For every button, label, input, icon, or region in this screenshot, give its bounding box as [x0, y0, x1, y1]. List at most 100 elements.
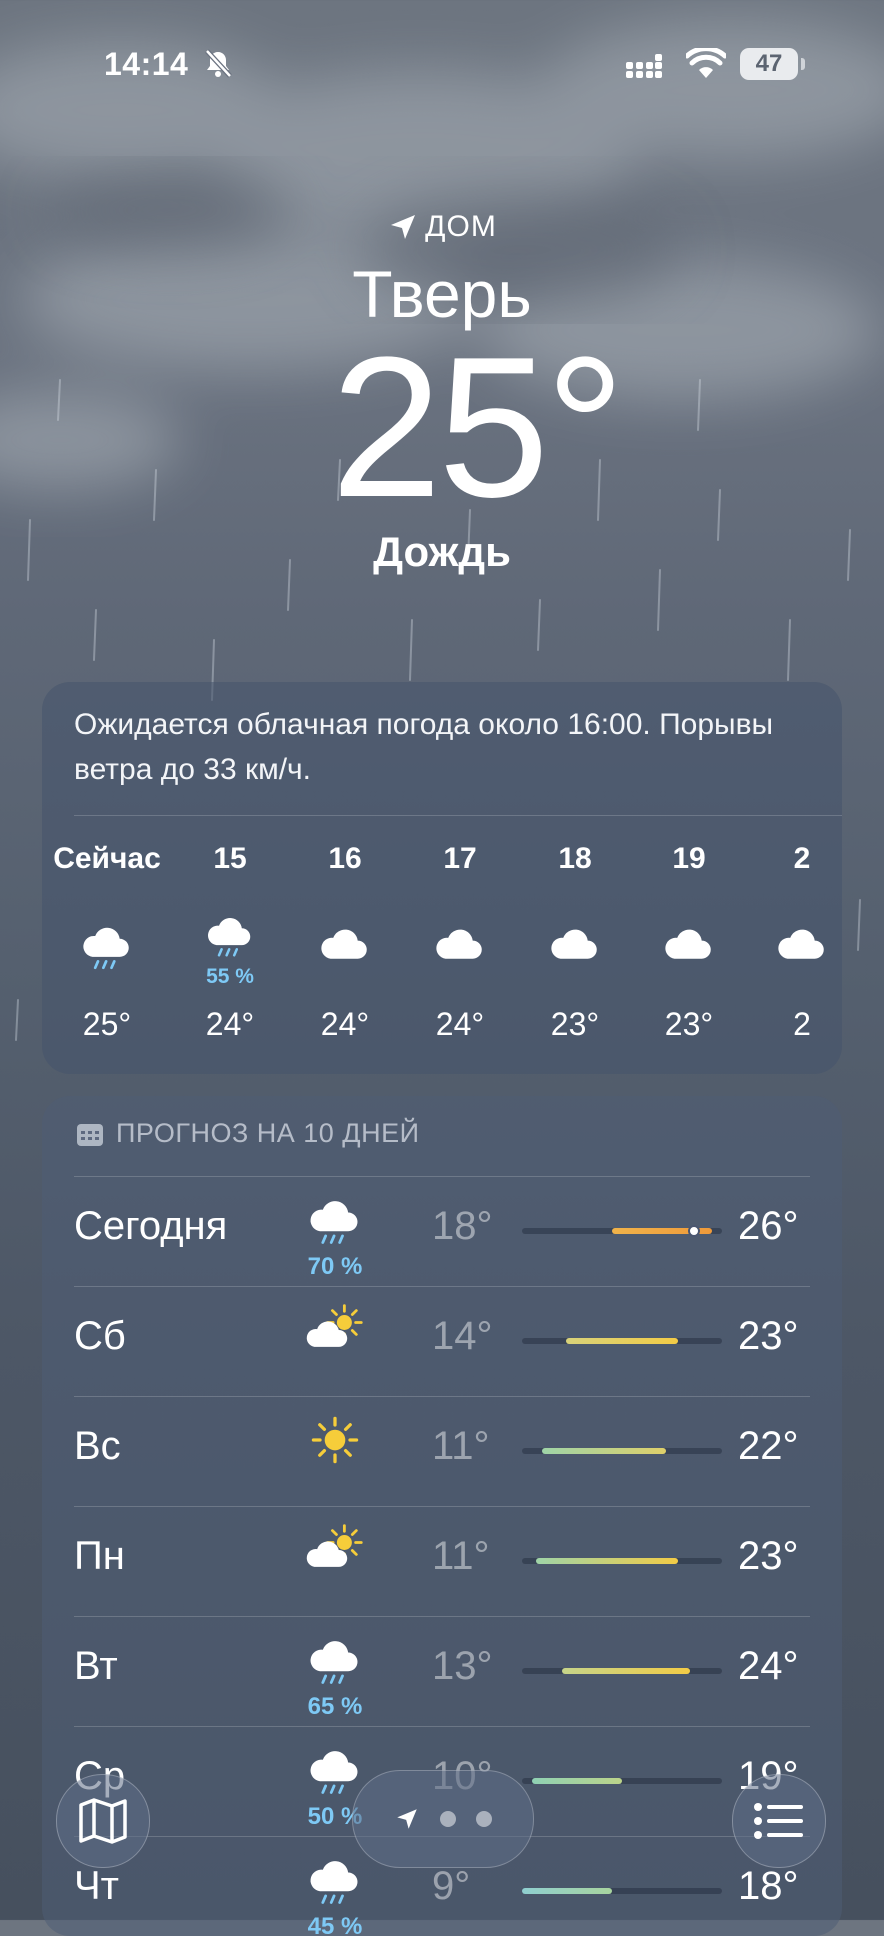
forecast-summary: Ожидается облачная погода около 16:00. П… — [74, 708, 774, 786]
high-temp: 18° — [738, 1864, 799, 1908]
hour-label: 16 — [328, 842, 362, 875]
hour-item: 2 2 — [747, 842, 842, 1043]
sun-cloud-icon — [305, 1300, 365, 1365]
map-button[interactable] — [56, 1774, 150, 1868]
day-row[interactable]: Сегодня 70 % 18° 26° — [42, 1176, 842, 1286]
cloud-icon — [773, 917, 831, 980]
day-name: Сб — [74, 1314, 126, 1358]
high-temp: 22° — [738, 1424, 799, 1468]
wifi-icon — [686, 48, 726, 78]
low-temp: 18° — [432, 1204, 493, 1248]
temp-range-bar — [542, 1448, 666, 1454]
cloud-icon — [546, 917, 604, 980]
day-icon-wrap: 65 % — [290, 1630, 380, 1721]
page-dot[interactable] — [440, 1811, 456, 1827]
day-row[interactable]: Пн 11° 23° — [42, 1506, 842, 1616]
cellular-signal-icon — [626, 54, 662, 78]
ten-day-header: ПРОГНОЗ НА 10 ДНЕЙ — [76, 1118, 420, 1149]
hour-temp: 24° — [320, 1006, 370, 1042]
high-temp: 24° — [738, 1644, 799, 1688]
status-bar: 14:14 47 — [0, 0, 884, 130]
hour-item: 17 24° — [405, 842, 515, 1043]
high-temp: 23° — [738, 1534, 799, 1578]
day-row[interactable]: Сб 14° 23° — [42, 1286, 842, 1396]
list-button[interactable] — [732, 1774, 826, 1868]
day-icon-wrap — [290, 1410, 380, 1475]
divider — [74, 1616, 810, 1617]
bell-slash-icon — [205, 49, 232, 78]
day-icon-wrap: 70 % — [290, 1190, 380, 1281]
cloud-rain-icon — [203, 908, 257, 967]
list-icon — [754, 1803, 803, 1839]
hour-temp: 2 — [793, 1006, 811, 1042]
cloud-rain-icon — [305, 1190, 365, 1255]
divider — [74, 1396, 810, 1397]
cloud-rain-icon — [305, 1740, 365, 1805]
location-pager[interactable] — [352, 1770, 534, 1868]
precip-chance: 65 % — [307, 1693, 363, 1720]
low-temp: 11° — [432, 1424, 490, 1468]
location-arrow-icon[interactable] — [394, 1806, 420, 1832]
day-row[interactable]: Вт 65 % 13° 24° — [42, 1616, 842, 1726]
temp-range-track — [522, 1338, 722, 1344]
temp-range-track — [522, 1668, 722, 1674]
hour-label: 18 — [558, 842, 592, 875]
temp-range-track — [522, 1448, 722, 1454]
hour-temp: 24° — [205, 1006, 255, 1042]
cloud-rain-icon — [305, 1630, 365, 1695]
hour-icon-wrap — [520, 904, 630, 992]
hour-temp: 23° — [664, 1006, 714, 1042]
hour-item: 19 23° — [634, 842, 744, 1043]
day-icon-wrap — [290, 1300, 380, 1365]
cloud-icon — [660, 917, 718, 980]
hour-label: 19 — [672, 842, 706, 875]
status-time: 14:14 — [104, 46, 189, 82]
divider — [74, 1286, 810, 1287]
high-temp: 26° — [738, 1204, 799, 1248]
hour-label: Сейчас — [53, 842, 161, 875]
hour-icon-wrap: 55 % — [175, 904, 285, 992]
divider — [74, 1726, 810, 1727]
battery-tip — [801, 58, 805, 70]
day-name: Сегодня — [74, 1204, 228, 1248]
temp-range-bar — [532, 1778, 622, 1784]
cloud-rain-icon — [78, 917, 136, 980]
day-row[interactable]: Вс 11° 22° — [42, 1396, 842, 1506]
map-icon — [79, 1798, 127, 1844]
page-dot[interactable] — [476, 1811, 492, 1827]
location-label: ДОМ — [425, 210, 497, 243]
location-header: ДОМ — [0, 210, 884, 244]
hour-item: 15 55 % 24° — [175, 842, 285, 1043]
hour-temp: 24° — [435, 1006, 485, 1042]
high-temp: 23° — [738, 1314, 799, 1358]
hour-label: 2 — [793, 842, 811, 875]
day-name: Вс — [74, 1424, 121, 1468]
cloud-icon — [431, 917, 489, 980]
location-arrow-icon — [391, 215, 416, 239]
hour-icon-wrap — [747, 904, 842, 992]
precip-chance: 45 % — [307, 1913, 363, 1936]
day-icon-wrap — [290, 1520, 380, 1585]
hour-temp: 23° — [550, 1006, 600, 1042]
ten-day-title: ПРОГНОЗ НА 10 ДНЕЙ — [116, 1118, 420, 1148]
hourly-forecast-card[interactable]: Ожидается облачная погода около 16:00. П… — [42, 682, 842, 1074]
temp-range-bar — [536, 1558, 678, 1564]
hour-icon-wrap — [52, 904, 162, 992]
hour-icon-wrap — [405, 904, 515, 992]
hour-label: 15 — [213, 842, 247, 875]
day-icon-wrap: 45 % — [290, 1850, 380, 1936]
sun-icon — [305, 1410, 365, 1475]
temp-range-track — [522, 1778, 722, 1784]
day-name: Пн — [74, 1534, 125, 1578]
hour-item: 16 24° — [290, 842, 400, 1043]
temp-range-bar — [522, 1888, 612, 1894]
temp-range-track — [522, 1225, 722, 1237]
divider — [74, 815, 842, 816]
sun-cloud-icon — [305, 1520, 365, 1585]
day-name: Чт — [74, 1864, 119, 1908]
temp-range-bar — [566, 1338, 678, 1344]
low-temp: 9° — [432, 1864, 471, 1908]
temp-range-track — [522, 1558, 722, 1564]
battery-level: 47 — [755, 50, 783, 77]
hour-icon-wrap — [634, 904, 744, 992]
